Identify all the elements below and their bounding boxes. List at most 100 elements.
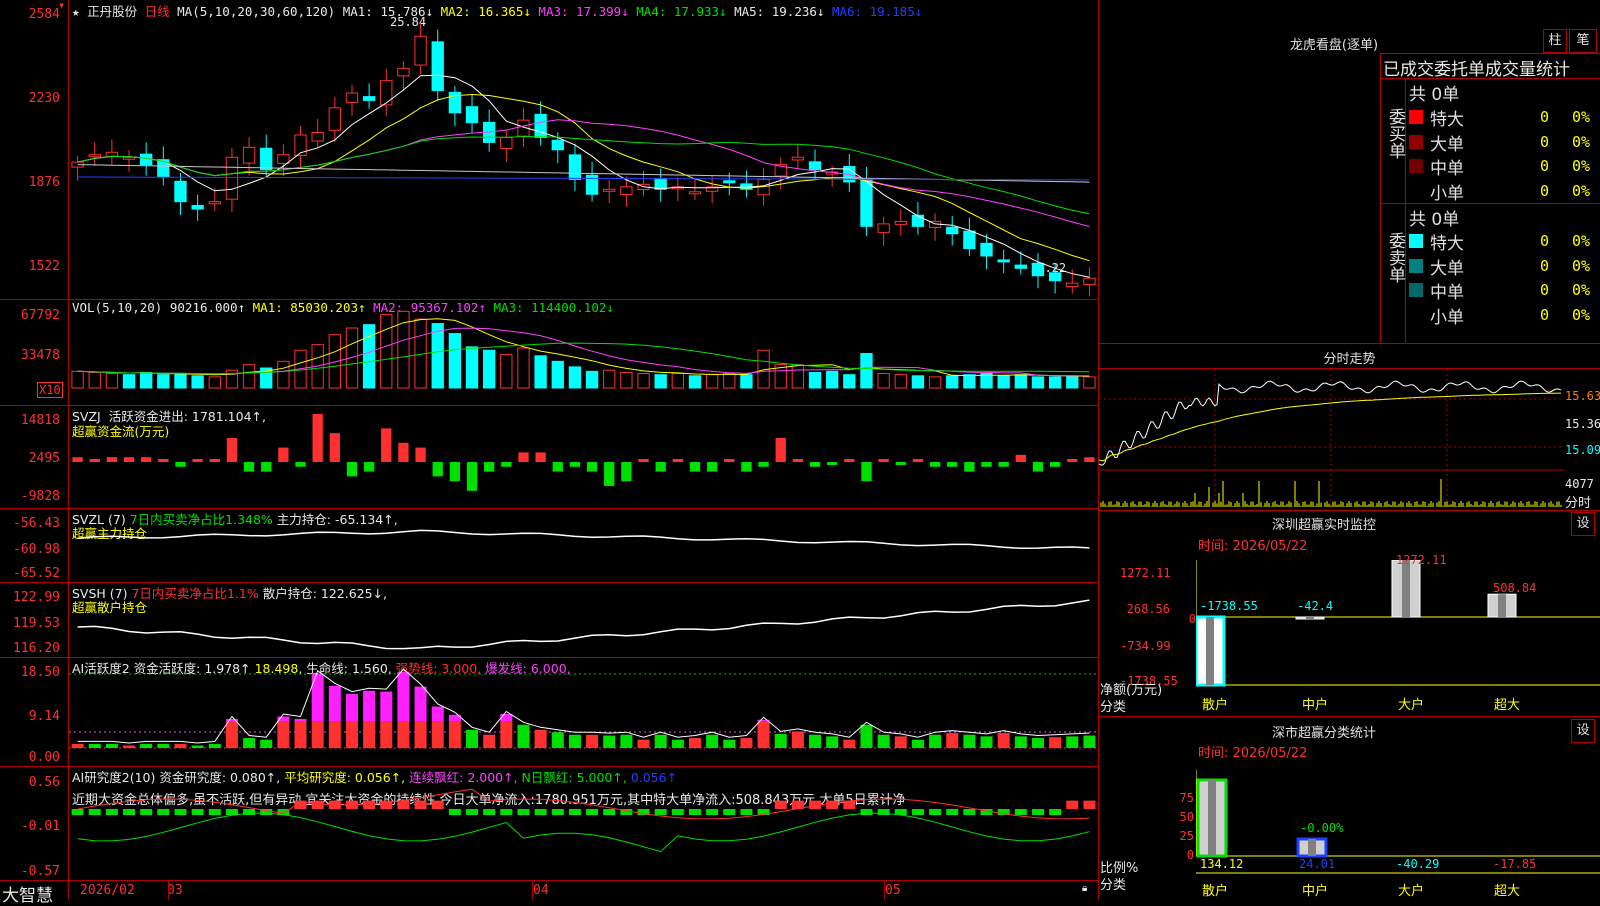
volume-bar bbox=[997, 375, 1010, 389]
divider bbox=[1380, 78, 1600, 79]
fund-flow-bar bbox=[1015, 454, 1026, 462]
activity-bar bbox=[277, 721, 290, 748]
fund-flow-bar bbox=[1049, 462, 1061, 467]
fund-flow-bar bbox=[655, 462, 666, 472]
candlestick-svg[interactable] bbox=[69, 0, 1098, 299]
category-label[interactable]: 超大 bbox=[1494, 880, 1520, 899]
fund-flow-bar bbox=[552, 462, 563, 472]
activity-bar bbox=[723, 739, 736, 748]
volume-bar bbox=[963, 374, 976, 389]
fund-flow-bar bbox=[621, 462, 632, 482]
volume-bar bbox=[362, 324, 376, 389]
volume-bar bbox=[500, 354, 513, 389]
sz-monitor-settings-button[interactable]: 设 bbox=[1571, 512, 1595, 536]
y-tick: 0 bbox=[1186, 848, 1194, 862]
research-bar bbox=[671, 809, 684, 815]
fund-flow-bar bbox=[878, 459, 889, 462]
activity-bar bbox=[911, 739, 924, 748]
fund-flow-bar bbox=[809, 462, 821, 467]
activity-bar bbox=[208, 743, 221, 748]
activity-bar bbox=[877, 734, 890, 748]
activity-bar bbox=[123, 745, 136, 748]
activity-bar bbox=[894, 736, 907, 748]
fund-flow-bar bbox=[689, 462, 701, 472]
legend-swatch bbox=[1409, 283, 1423, 297]
buy-label: 委买单 bbox=[1385, 108, 1405, 159]
legend-swatch bbox=[1409, 183, 1423, 198]
y-tick: 18.50 bbox=[20, 665, 60, 680]
fund-flow-bar bbox=[381, 428, 392, 462]
order-row-name: 特大 bbox=[1430, 234, 1464, 254]
activity-bar bbox=[328, 721, 341, 748]
research-bar bbox=[603, 809, 616, 815]
volume-bar bbox=[946, 375, 959, 389]
activity-bar bbox=[637, 739, 650, 748]
research-bar bbox=[500, 809, 513, 815]
divider bbox=[1380, 203, 1600, 204]
research-bar bbox=[191, 809, 204, 815]
candle-body bbox=[345, 92, 359, 103]
fund-flow-bar bbox=[844, 459, 855, 462]
volume-bar bbox=[431, 323, 444, 389]
research-bar bbox=[568, 809, 581, 815]
order-row-value: 0 bbox=[1540, 181, 1550, 200]
fund-flow-bar bbox=[586, 462, 598, 472]
order-row-name: 中单 bbox=[1430, 159, 1464, 179]
category-label[interactable]: 大户 bbox=[1398, 694, 1424, 713]
candle-body bbox=[122, 156, 136, 160]
net-amount-label: -42.4 bbox=[1297, 599, 1334, 613]
candle-body bbox=[380, 80, 393, 106]
y-tick: 50 bbox=[1179, 810, 1194, 824]
activity-bar bbox=[311, 673, 324, 722]
intraday-tick: 15.63 bbox=[1565, 389, 1600, 403]
tick-mode-button[interactable]: 笔 bbox=[1569, 29, 1597, 53]
category-label[interactable]: 中户 bbox=[1302, 694, 1328, 713]
intraday-tick: 15.36 bbox=[1565, 417, 1600, 431]
research-bar bbox=[105, 809, 118, 815]
y-tick: 67792 bbox=[20, 308, 60, 323]
activity-bar bbox=[757, 721, 770, 748]
fund-flow-bar bbox=[209, 459, 220, 462]
volume-bar bbox=[122, 374, 136, 389]
y-tick: -0.01 bbox=[20, 819, 60, 834]
volume-bar bbox=[843, 374, 856, 389]
category-label[interactable]: 超大 bbox=[1494, 694, 1520, 713]
app-brand: 大智慧 bbox=[2, 886, 53, 906]
vol-unit-badge[interactable]: X10 bbox=[37, 382, 63, 398]
fund-flow-bar bbox=[981, 462, 992, 467]
bar-mode-button[interactable]: 柱 bbox=[1543, 29, 1567, 53]
sz-monitor-title: 深圳超赢实时监控 bbox=[1271, 518, 1376, 533]
category-label[interactable]: 散户 bbox=[1202, 694, 1228, 713]
y-tick: 2230 bbox=[28, 91, 60, 106]
activity-bar bbox=[397, 721, 410, 748]
svzj-svg bbox=[72, 414, 1095, 491]
research-bar bbox=[88, 809, 101, 815]
activity-bar bbox=[225, 721, 238, 748]
sz-class-settings-button[interactable]: 设 bbox=[1571, 719, 1595, 743]
fund-flow-bar bbox=[947, 462, 958, 467]
candle-body bbox=[997, 259, 1010, 263]
category-label[interactable]: 大户 bbox=[1398, 880, 1424, 899]
volume-bar bbox=[688, 375, 702, 389]
lock-icon[interactable]: 🔒︎ bbox=[1082, 883, 1087, 894]
order-row-pct: 0% bbox=[1572, 256, 1591, 275]
category-label[interactable]: 中户 bbox=[1302, 880, 1328, 899]
activity-bar bbox=[963, 734, 976, 748]
ratio-bar-shade bbox=[1208, 780, 1216, 856]
research-bar bbox=[1014, 809, 1027, 815]
buy-total: 共 0单 bbox=[1409, 85, 1460, 105]
activity-bar bbox=[534, 729, 547, 748]
order-row-pct: 0% bbox=[1572, 157, 1591, 175]
activity-bar bbox=[294, 718, 307, 722]
research-bar bbox=[586, 809, 599, 815]
activity-bar bbox=[448, 721, 461, 748]
activity-bar bbox=[1031, 738, 1044, 748]
research-bar bbox=[208, 809, 221, 815]
x-tick: 05 bbox=[885, 883, 901, 898]
candle-body bbox=[620, 186, 633, 195]
net-amount-label: -1738.55 bbox=[1200, 599, 1258, 613]
longhu-tabs[interactable]: 已成交委托单成交量统计 bbox=[1383, 55, 1570, 80]
ratio-label: -40.29 bbox=[1396, 857, 1440, 871]
intraday-svg bbox=[1099, 369, 1564, 509]
category-label[interactable]: 散户 bbox=[1202, 880, 1228, 899]
